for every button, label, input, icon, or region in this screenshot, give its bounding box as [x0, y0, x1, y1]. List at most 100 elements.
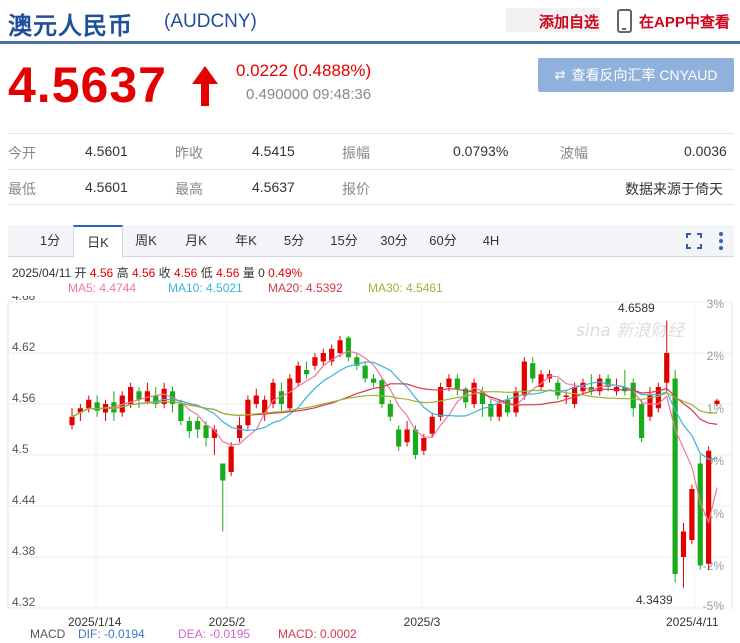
wave-label: 波幅 [560, 145, 588, 161]
tab-1min[interactable]: 1分 [32, 225, 68, 257]
reverse-rate-label: 查看反向汇率 CNYAUD [571, 67, 718, 83]
candle-body [689, 489, 695, 540]
low-value: 4.5601 [85, 179, 128, 195]
ma20-legend: MA20: 4.5392 [268, 281, 343, 295]
phone-icon[interactable] [617, 9, 632, 33]
candle-body [706, 450, 712, 564]
candle-body [421, 438, 427, 451]
y-tick-label: 4.38 [12, 544, 36, 558]
tab-yearly[interactable]: 年K [228, 225, 264, 257]
candle-body [572, 387, 578, 404]
macd-label: MACD [30, 627, 66, 641]
ma10-line [71, 361, 718, 460]
tab-30min[interactable]: 30分 [376, 225, 412, 257]
low-annotation: 4.3439 [636, 593, 673, 607]
tab-monthly[interactable]: 月K [178, 225, 214, 257]
currency-code: (AUDCNY) [164, 11, 257, 32]
ohlc-open: 4.56 [89, 266, 114, 280]
ma30-legend: MA30: 4.5461 [368, 281, 443, 295]
candle-body [530, 363, 536, 379]
open-label: 今开 [8, 145, 36, 161]
candle-body [697, 463, 703, 566]
tab-daily[interactable]: 日K [73, 225, 123, 258]
candle-body [245, 399, 251, 426]
ohlc-low: 4.56 [216, 266, 240, 280]
y-tick-label: 4.32 [12, 595, 36, 609]
period-tab-bar: 1分 日K 周K 月K 年K 5分 15分 30分 60分 4H [8, 225, 734, 258]
pct-tick-label: 3% [707, 297, 725, 311]
candle-body [379, 380, 385, 404]
ohlc-high: 4.56 [131, 266, 156, 280]
candle-body [521, 361, 527, 396]
candle-body [672, 378, 678, 574]
high-label: 最高 [175, 181, 203, 197]
candle-body [496, 404, 502, 417]
candle-body [555, 382, 561, 396]
pct-tick-label: 2% [707, 349, 725, 363]
candle-body [236, 425, 243, 438]
candle-body [295, 365, 301, 383]
candle-body [86, 399, 92, 409]
candle-body [320, 353, 326, 362]
swap-icon: ⇄ [554, 67, 566, 82]
ohlc-vol-label: 量 [242, 266, 255, 280]
candle-body [513, 391, 519, 413]
candle-body [429, 416, 435, 434]
candle-body [639, 404, 645, 438]
tab-15min[interactable]: 15分 [326, 225, 362, 257]
view-in-app-link[interactable]: 在APP中查看 [639, 11, 730, 32]
y-tick-label: 4.5 [12, 442, 29, 456]
fullscreen-icon[interactable] [686, 233, 702, 249]
current-price: 4.5637 [8, 57, 167, 113]
ma5-legend: MA5: 4.4744 [68, 281, 137, 295]
page-title: 澳元人民币 [8, 13, 133, 40]
candle-body [69, 416, 75, 426]
high-annotation: 4.6589 [618, 301, 655, 315]
candle-body [396, 429, 402, 447]
y-tick-label: 4.44 [12, 493, 36, 507]
candle-body [253, 395, 259, 404]
ohlc-close: 4.56 [174, 266, 198, 280]
ohlc-info: 2025/04/11 开 4.56 高 4.56 收 4.56 低 4.56 量… [12, 264, 302, 281]
candle-body [446, 378, 452, 387]
tab-60min[interactable]: 60分 [425, 225, 461, 257]
candle-body [370, 378, 377, 383]
open-value: 4.5601 [85, 143, 128, 159]
tab-5min[interactable]: 5分 [278, 225, 310, 257]
data-source: 数据来源于倚天 [625, 181, 723, 197]
ma10-legend: MA10: 4.5021 [168, 281, 243, 295]
pct-tick-label: 1% [707, 402, 725, 416]
candle-body [504, 399, 511, 413]
amplitude-label: 振幅 [342, 145, 370, 161]
ohlc-high-label: 高 [116, 266, 129, 280]
y-tick-label: 4.56 [12, 391, 36, 405]
more-vertical-icon[interactable] [718, 231, 724, 251]
low-label: 最低 [8, 181, 36, 197]
add-to-watchlist-link[interactable]: 添加自选 [539, 11, 599, 32]
prev-close-label: 昨收 [175, 145, 203, 161]
macd-dea: DEA: -0.0195 [178, 627, 250, 641]
ohlc-vol: 0 [258, 266, 265, 280]
tab-weekly[interactable]: 周K [128, 225, 164, 257]
ma5-line [71, 350, 718, 524]
y-tick-label: 4.62 [12, 340, 36, 354]
candlestick-chart[interactable]: 4.684.624.564.54.444.384.323%2%1%0%-1%-2… [0, 296, 740, 643]
candle-body [303, 370, 310, 375]
ohlc-close-label: 收 [158, 266, 171, 280]
price-sub-time: 0.490000 09:48:36 [246, 86, 372, 103]
pct-tick-label: -5% [703, 599, 725, 613]
candle-body [178, 404, 184, 421]
candle-body [312, 357, 318, 366]
macd-dif: DIF: -0.0194 [78, 627, 145, 641]
quote-stats-table: 今开 4.5601 昨收 4.5415 振幅 0.0793% 波幅 0.0036… [8, 133, 734, 205]
candle-body [262, 399, 268, 415]
candle-body [220, 463, 226, 481]
candle-body [563, 395, 569, 397]
tab-4h[interactable]: 4H [476, 225, 506, 257]
ohlc-pct: 0.49% [268, 266, 303, 280]
candle-body [680, 531, 687, 557]
arrow-up-icon [192, 66, 218, 106]
sina-watermark: sina 新浪财经 [576, 321, 686, 341]
page-header: 澳元人民币 (AUDCNY) 添加自选 在APP中查看 [0, 0, 740, 44]
view-reverse-rate-button[interactable]: ⇄ 查看反向汇率 CNYAUD [538, 58, 734, 92]
